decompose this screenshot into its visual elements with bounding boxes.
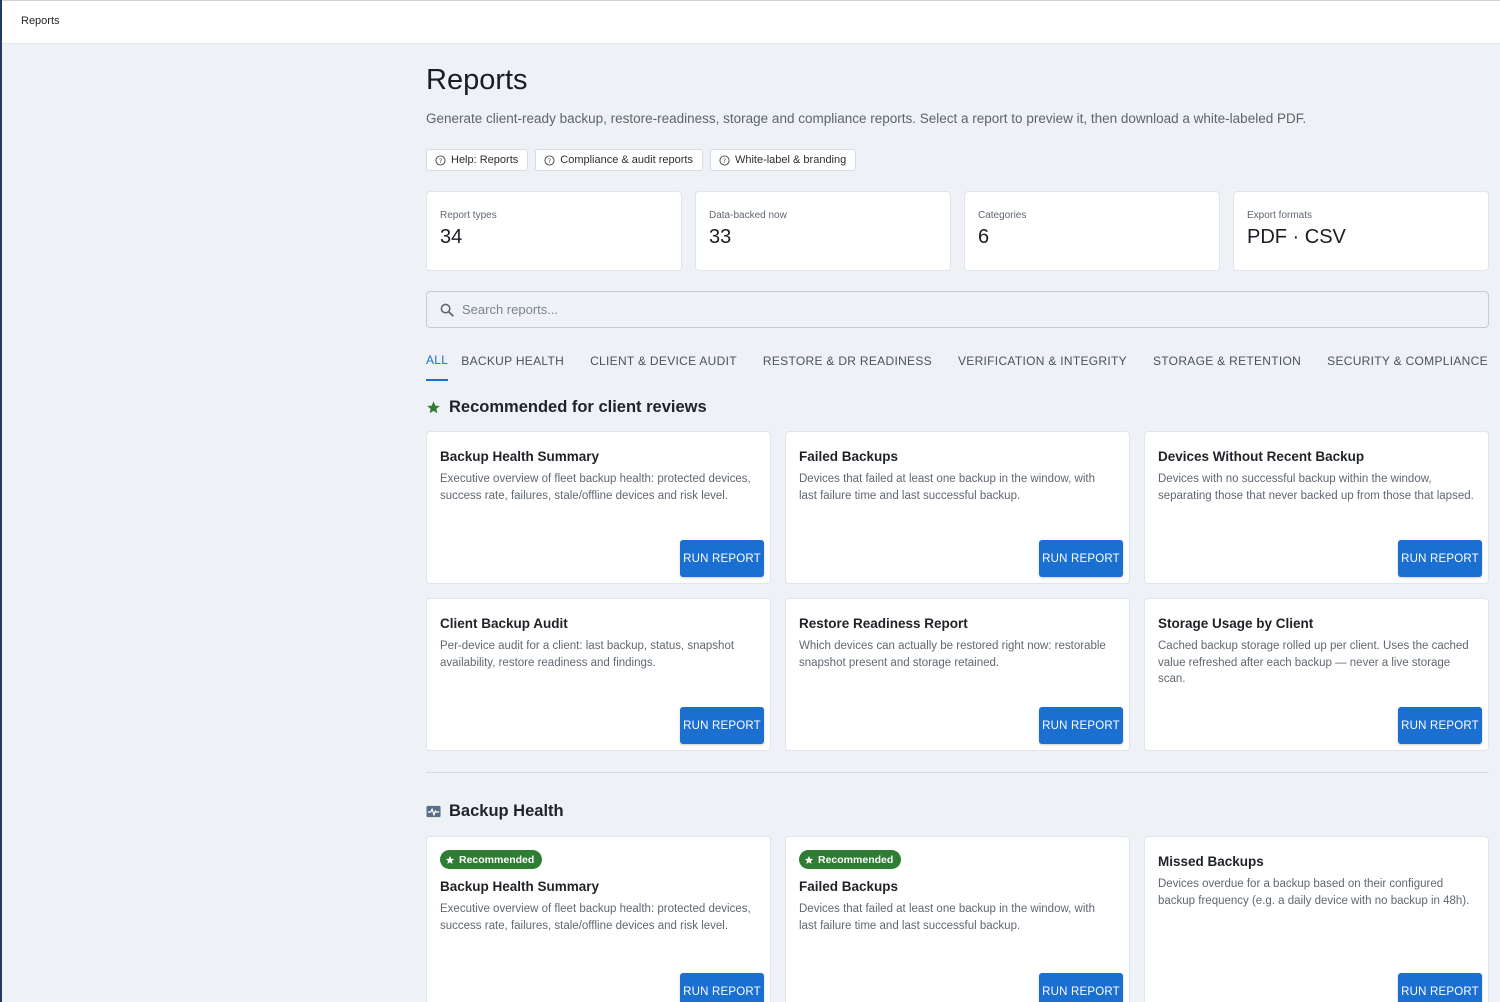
section-divider [426, 772, 1489, 773]
report-description: Devices with no successful backup within… [1158, 473, 1474, 502]
help-circle-icon: ? [719, 154, 730, 166]
report-card[interactable]: Devices Without Recent Backup Devices wi… [1144, 431, 1489, 584]
stats-row: Report types 34 Data-backed now 33 Categ… [426, 191, 1489, 271]
report-description: Devices that failed at least one backup … [799, 903, 1095, 932]
report-title: Failed Backups [799, 449, 899, 464]
recommended-badge: Recommended [440, 850, 543, 869]
help-circle-icon: ? [544, 154, 555, 166]
stat-export-formats: Export formats PDF · CSV [1233, 191, 1489, 271]
stat-label: Categories [978, 210, 1027, 221]
report-description: Executive overview of fleet backup healt… [440, 903, 751, 932]
stat-value: 6 [978, 226, 990, 248]
tab-client-device-audit[interactable]: CLIENT & DEVICE AUDIT [577, 341, 750, 381]
window-left-border [0, 0, 2, 1002]
white-label-branding-link[interactable]: ? White-label & branding [709, 149, 857, 171]
search-box[interactable] [426, 291, 1489, 328]
recommended-badge: Recommended [799, 850, 902, 869]
report-card[interactable]: Recommended Backup Health Summary Execut… [426, 836, 771, 1002]
report-card[interactable]: Failed Backups Devices that failed at le… [785, 431, 1130, 584]
run-report-button[interactable]: RUN REPORT [1039, 540, 1123, 577]
report-card[interactable]: Backup Health Summary Executive overview… [426, 431, 771, 584]
report-title: Failed Backups [799, 879, 899, 894]
run-report-button[interactable]: RUN REPORT [1398, 540, 1482, 577]
svg-text:?: ? [439, 156, 442, 164]
category-tabs: ALL BACKUP HEALTH CLIENT & DEVICE AUDIT … [426, 341, 1489, 381]
report-title: Backup Health Summary [440, 449, 600, 464]
stat-value: 34 [440, 226, 463, 248]
report-card[interactable]: Missed Backups Devices overdue for a bac… [1144, 836, 1489, 1002]
report-description: Devices overdue for a backup based on th… [1158, 878, 1470, 907]
report-description: Cached backup storage rolled up per clie… [1158, 640, 1469, 685]
compliance-audit-link[interactable]: ? Compliance & audit reports [535, 149, 703, 171]
run-report-button[interactable]: RUN REPORT [680, 707, 764, 744]
backup-health-cards: Recommended Backup Health Summary Execut… [426, 836, 1489, 1002]
recommended-section-header: Recommended for client reviews [426, 398, 707, 417]
breadcrumb[interactable]: Reports [21, 15, 60, 27]
page-title: Reports [426, 64, 528, 96]
svg-text:?: ? [723, 156, 726, 164]
help-link-label: Compliance & audit reports [560, 154, 693, 166]
run-report-button[interactable]: RUN REPORT [1398, 707, 1482, 744]
tab-all[interactable]: ALL [426, 341, 449, 381]
tab-restore-dr-readiness[interactable]: RESTORE & DR READINESS [750, 341, 945, 381]
report-description: Executive overview of fleet backup healt… [440, 473, 751, 502]
tab-security-compliance[interactable]: SECURITY & COMPLIANCE [1314, 341, 1500, 381]
help-link-label: Help: Reports [451, 154, 519, 166]
tab-backup-health[interactable]: BACKUP HEALTH [448, 341, 577, 381]
stat-categories: Categories 6 [964, 191, 1220, 271]
run-report-button[interactable]: RUN REPORT [1039, 973, 1123, 1002]
run-report-button[interactable]: RUN REPORT [680, 540, 764, 577]
backup-health-section-header: Backup Health [426, 802, 564, 821]
stat-label: Export formats [1247, 210, 1313, 221]
report-title: Client Backup Audit [440, 616, 568, 631]
tab-verification-integrity[interactable]: VERIFICATION & INTEGRITY [945, 341, 1140, 381]
report-title: Restore Readiness Report [799, 616, 968, 631]
report-title: Storage Usage by Client [1158, 616, 1314, 631]
report-card[interactable]: Restore Readiness Report Which devices c… [785, 598, 1130, 751]
search-icon [440, 303, 454, 317]
tab-storage-retention[interactable]: STORAGE & RETENTION [1140, 341, 1314, 381]
run-report-button[interactable]: RUN REPORT [1039, 707, 1123, 744]
report-title: Backup Health Summary [440, 879, 600, 894]
report-card[interactable]: Client Backup Audit Per-device audit for… [426, 598, 771, 751]
stat-report-types: Report types 34 [426, 191, 682, 271]
help-link-label: White-label & branding [734, 154, 847, 166]
star-icon [445, 855, 455, 864]
stat-value: 33 [709, 226, 732, 248]
recommended-cards: Backup Health Summary Executive overview… [426, 431, 1489, 751]
badge-label: Recommended [818, 853, 894, 866]
run-report-button[interactable]: RUN REPORT [1398, 973, 1482, 1002]
report-description: Which devices can actually be restored r… [799, 640, 1106, 669]
monitor-heartbeat-icon [426, 805, 441, 818]
top-bar: Reports [2, 0, 1500, 44]
report-title: Devices Without Recent Backup [1158, 449, 1365, 464]
search-input[interactable] [462, 302, 1362, 317]
run-report-button[interactable]: RUN REPORT [680, 973, 764, 1002]
report-card[interactable]: Storage Usage by Client Cached backup st… [1144, 598, 1489, 751]
star-icon [804, 855, 814, 864]
report-description: Per-device audit for a client: last back… [440, 640, 735, 669]
help-reports-link[interactable]: ? Help: Reports [426, 149, 529, 171]
report-title: Missed Backups [1158, 854, 1264, 869]
report-description: Devices that failed at least one backup … [799, 473, 1095, 502]
stat-label: Data-backed now [709, 210, 787, 221]
help-links: ? Help: Reports ? Compliance & audit rep… [426, 149, 857, 171]
help-circle-icon: ? [435, 154, 446, 166]
star-icon [427, 401, 440, 414]
stat-data-backed: Data-backed now 33 [695, 191, 951, 271]
badge-label: Recommended [459, 853, 535, 866]
section-title: Backup Health [449, 802, 564, 820]
stat-label: Report types [440, 210, 497, 221]
report-card[interactable]: Recommended Failed Backups Devices that … [785, 836, 1130, 1002]
stat-value: PDF · CSV [1247, 226, 1346, 248]
section-title: Recommended for client reviews [449, 398, 707, 416]
svg-text:?: ? [548, 156, 551, 164]
page-subtitle: Generate client-ready backup, restore-re… [426, 111, 1307, 126]
